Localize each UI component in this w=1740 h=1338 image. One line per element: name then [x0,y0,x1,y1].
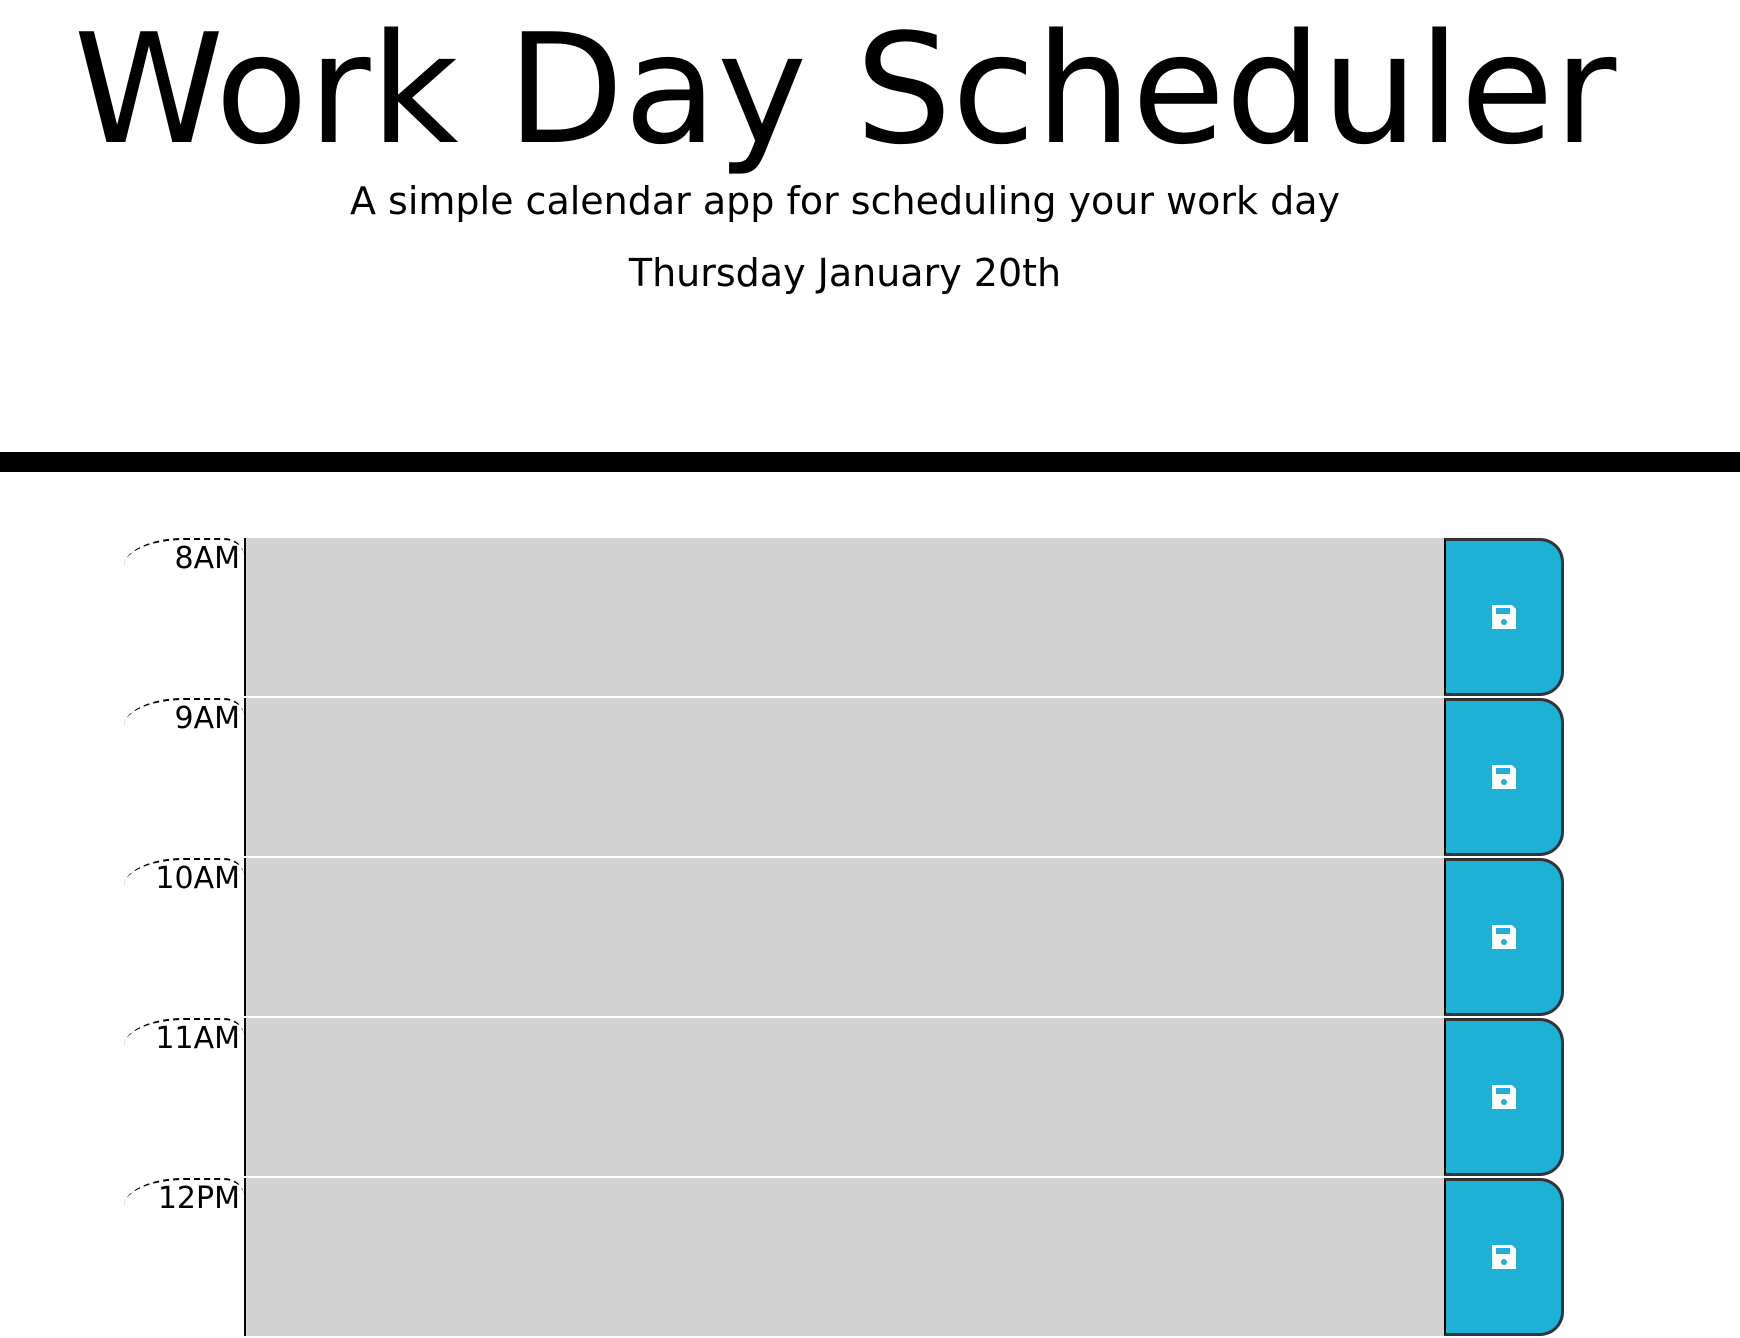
hour-label-box: 11AM [124,1018,244,1178]
save-button[interactable] [1444,698,1564,856]
hour-label: 8AM [174,541,241,576]
description-textarea[interactable] [244,1178,1444,1336]
time-block-container: 8AM 9AM 10AM 11AM 12PM [0,538,1740,1338]
floppy-disk-icon [1491,765,1516,789]
time-block-row: 12PM [0,1178,1740,1338]
hour-label: 11AM [155,1021,240,1056]
page-subtitle: A simple calendar app for scheduling you… [349,179,1341,223]
hour-label-box: 8AM [124,538,244,698]
hour-label: 10AM [155,861,240,896]
description-textarea[interactable] [244,698,1444,856]
hour-label: 9AM [174,701,241,736]
hour-label-box: 9AM [124,698,244,858]
time-block-row: 11AM [0,1018,1740,1178]
save-button[interactable] [1444,1178,1564,1336]
time-block-row: 10AM [0,858,1740,1018]
description-textarea[interactable] [244,858,1444,1016]
floppy-disk-icon [1491,925,1516,949]
floppy-disk-icon [1491,1245,1516,1269]
header-divider [0,452,1740,472]
floppy-disk-icon [1491,1085,1516,1109]
time-block-row: 8AM [0,538,1740,698]
hour-label-box: 12PM [124,1178,244,1338]
time-block-row: 9AM [0,698,1740,858]
save-button[interactable] [1444,538,1564,696]
description-textarea[interactable] [244,538,1444,696]
hour-label-box: 10AM [124,858,244,1018]
current-day: Thursday January 20th [628,251,1062,295]
description-textarea[interactable] [244,1018,1444,1176]
save-button[interactable] [1444,1018,1564,1176]
page-title: Work Day Scheduler [73,1,1617,178]
save-button[interactable] [1444,858,1564,1016]
hour-label: 12PM [157,1181,240,1216]
floppy-disk-icon [1491,605,1516,629]
jumbotron-header: Work Day Scheduler A simple calendar app… [0,0,1740,472]
